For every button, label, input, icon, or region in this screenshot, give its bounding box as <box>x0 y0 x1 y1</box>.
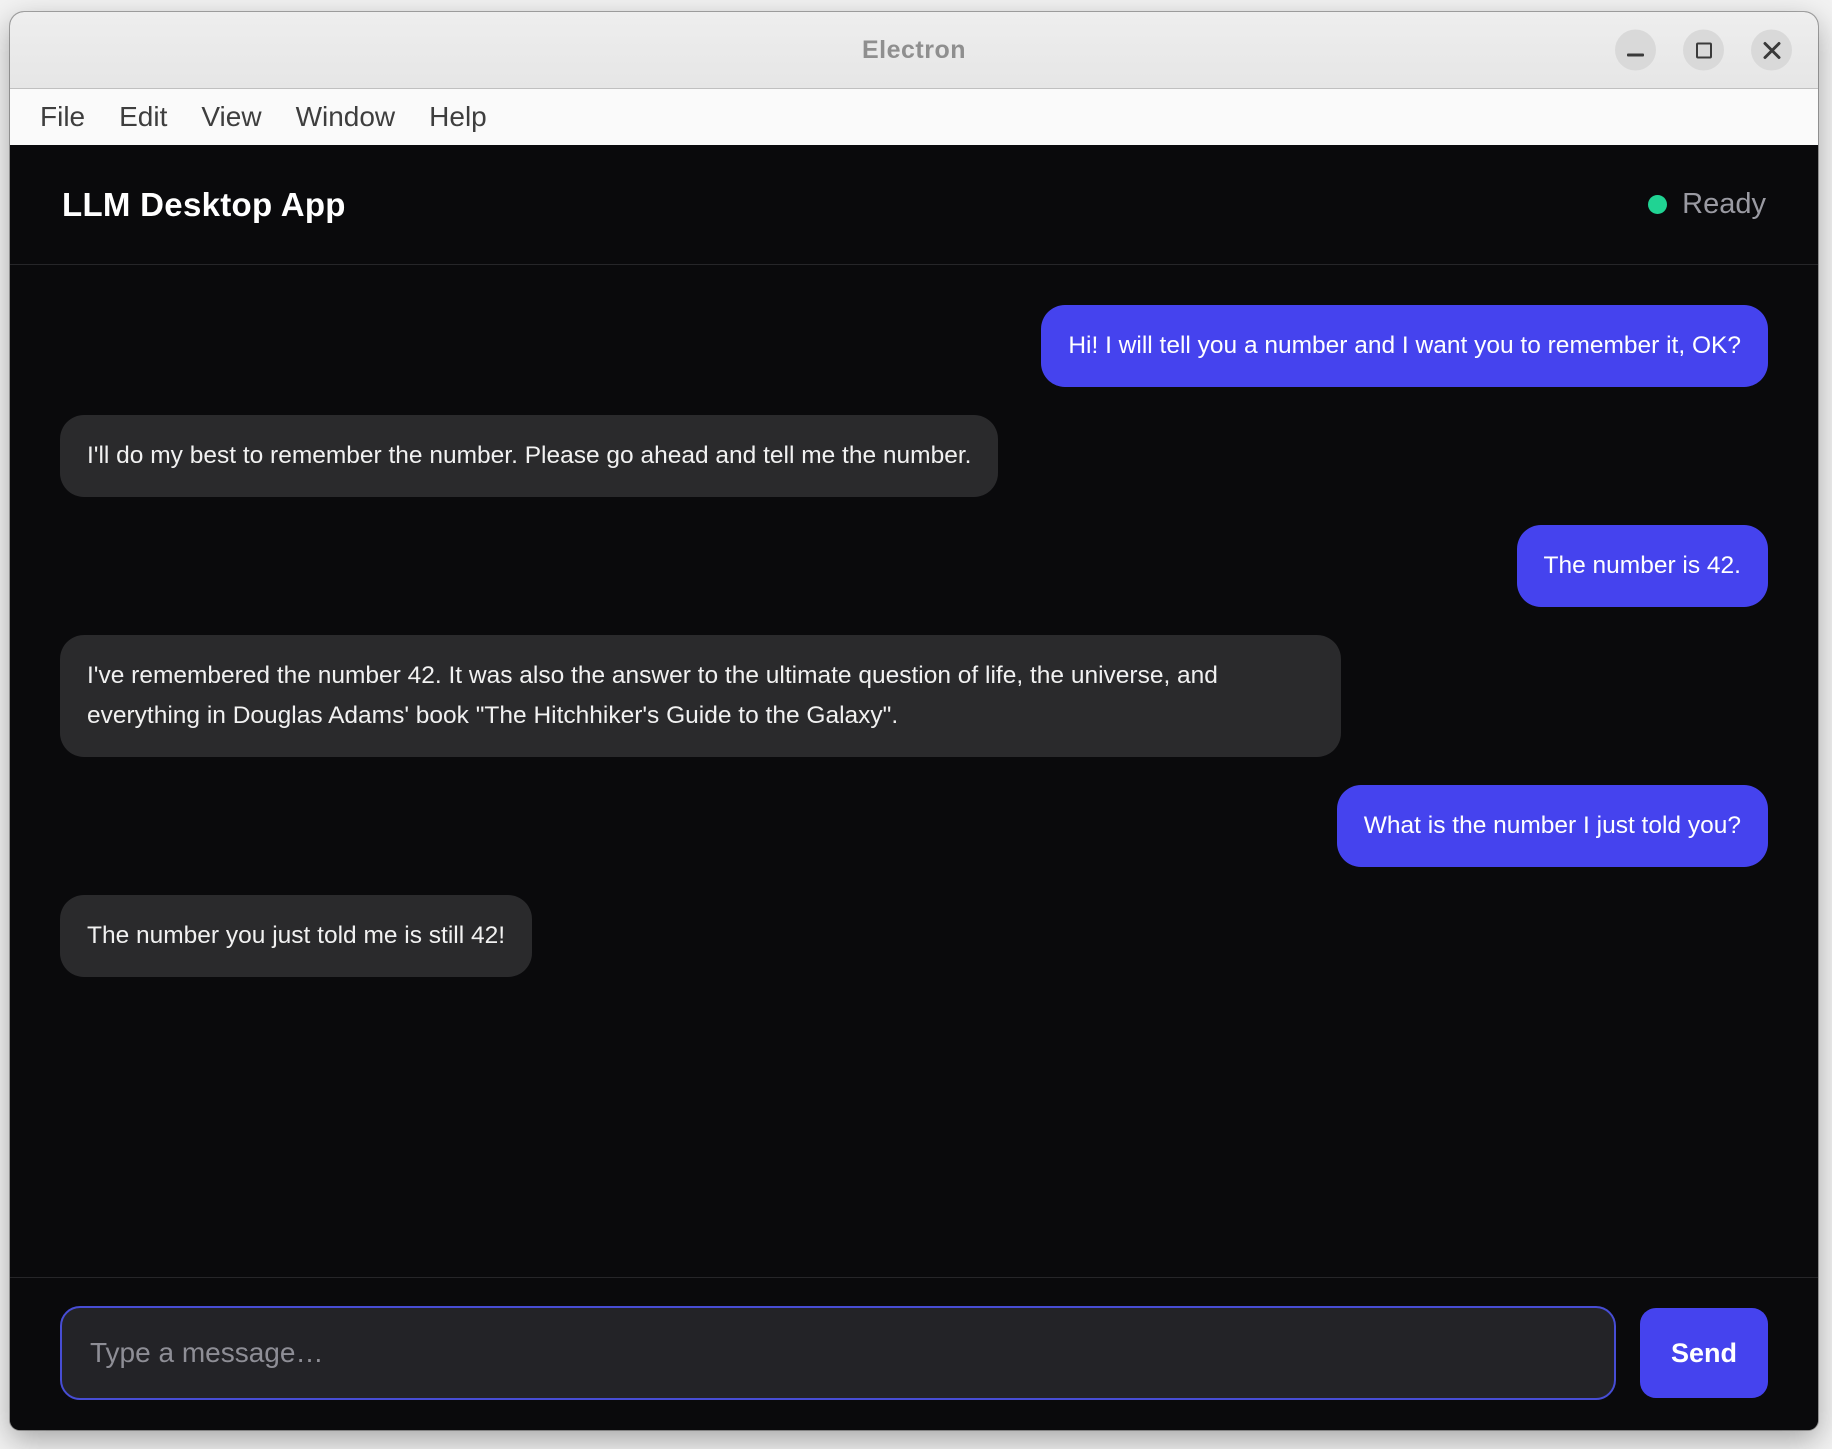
close-icon <box>1762 40 1782 60</box>
chat-message-list: Hi! I will tell you a number and I want … <box>10 265 1818 1277</box>
window-controls <box>1615 30 1792 71</box>
chat-message-user: Hi! I will tell you a number and I want … <box>1041 305 1768 387</box>
menu-item-edit[interactable]: Edit <box>102 89 184 145</box>
page-title: LLM Desktop App <box>62 186 346 224</box>
minimize-icon <box>1627 53 1644 56</box>
chat-message-assistant: I've remembered the number 42. It was al… <box>60 635 1341 757</box>
menu-item-file[interactable]: File <box>23 89 102 145</box>
app-header: LLM Desktop App Ready <box>10 145 1818 265</box>
status-dot-icon <box>1648 195 1667 214</box>
window-title: Electron <box>862 36 966 65</box>
menu-item-help[interactable]: Help <box>412 89 504 145</box>
chat-message-assistant: The number you just told me is still 42! <box>60 895 532 977</box>
app-window: Electron File Edit View Window Help LLM … <box>10 12 1818 1430</box>
chat-message-user: The number is 42. <box>1517 525 1768 607</box>
chat-message-user: What is the number I just told you? <box>1337 785 1768 867</box>
send-button[interactable]: Send <box>1640 1308 1768 1398</box>
message-input[interactable] <box>60 1306 1616 1400</box>
menubar: File Edit View Window Help <box>10 89 1818 145</box>
status-label: Ready <box>1682 188 1766 221</box>
minimize-button[interactable] <box>1615 30 1656 71</box>
menu-item-view[interactable]: View <box>184 89 278 145</box>
status-indicator: Ready <box>1648 188 1766 221</box>
titlebar[interactable]: Electron <box>10 12 1818 89</box>
app-content: LLM Desktop App Ready Hi! I will tell yo… <box>10 145 1818 1430</box>
close-button[interactable] <box>1751 30 1792 71</box>
maximize-button[interactable] <box>1683 30 1724 71</box>
chat-message-assistant: I'll do my best to remember the number. … <box>60 415 998 497</box>
maximize-icon <box>1696 42 1712 58</box>
menu-item-window[interactable]: Window <box>279 89 413 145</box>
composer-bar: Send <box>10 1277 1818 1430</box>
